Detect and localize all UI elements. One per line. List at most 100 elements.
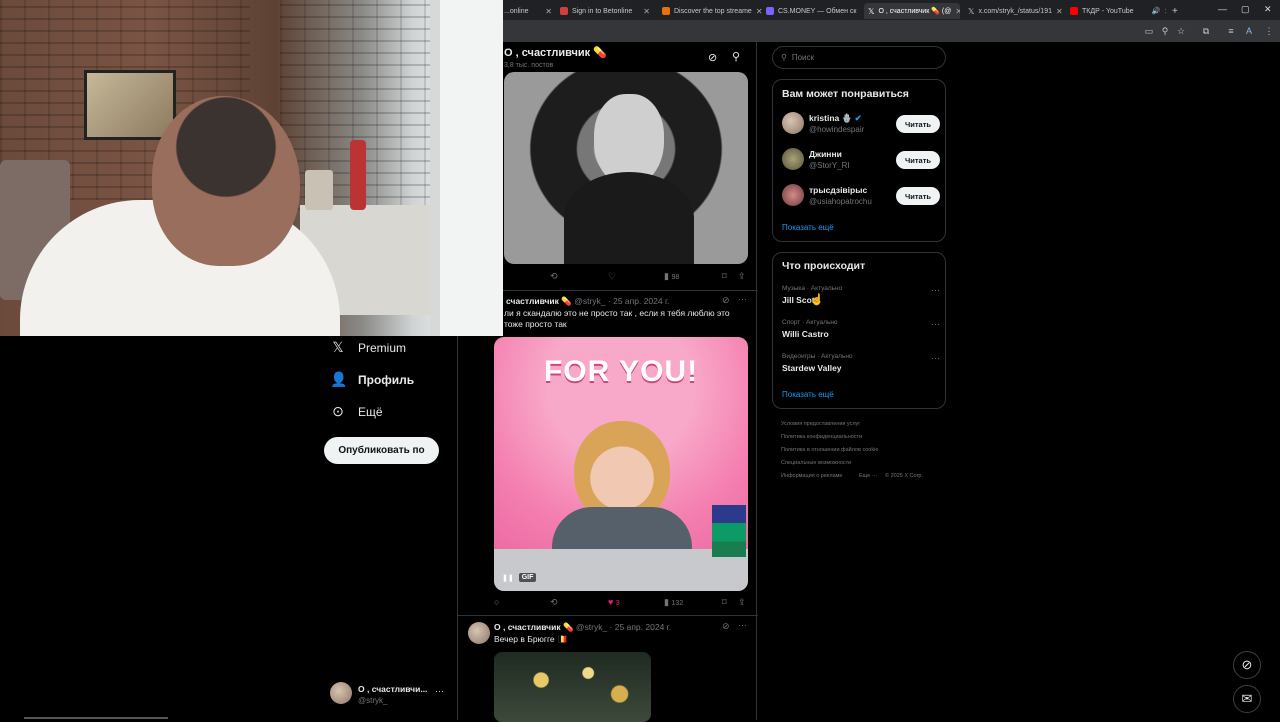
trend-item[interactable]: Музыка · Актуально Jill Scott ··· xyxy=(782,285,940,305)
avatar xyxy=(782,148,804,170)
close-tab-icon[interactable]: ✕ xyxy=(756,7,764,16)
grok-post-icon[interactable]: ⊘ xyxy=(722,621,730,632)
avatar[interactable] xyxy=(468,622,490,644)
zoom-icon[interactable]: ⚲ xyxy=(1160,26,1170,36)
follow-button[interactable]: Читать xyxy=(896,115,940,133)
share-icon[interactable]: ⇪ xyxy=(738,597,746,608)
avatar xyxy=(782,112,804,134)
close-window-icon[interactable]: ✕ xyxy=(1264,4,1272,15)
trend-name: Willi Castro xyxy=(782,329,829,339)
x-favicon-icon: 𝕏 xyxy=(968,6,975,16)
extensions-icon[interactable]: ⧉ xyxy=(1201,26,1211,36)
search-input[interactable]: ⚲ Поиск xyxy=(772,46,946,69)
gif-controls: ❚❚ GIF xyxy=(502,573,537,582)
footer-link-ads-info[interactable]: Информация о рекламе xyxy=(781,473,842,479)
retweet-icon[interactable]: ⟲ xyxy=(550,597,558,608)
more-icon[interactable]: ··· xyxy=(931,319,940,329)
follow-button[interactable]: Читать xyxy=(896,187,940,205)
follow-suggestion[interactable]: трысдзівірыс @usiahopatrochu Читать xyxy=(782,183,940,209)
new-tab-button[interactable]: + xyxy=(1172,3,1184,19)
minimize-icon[interactable]: — xyxy=(1218,4,1227,14)
show-more-link[interactable]: Показать ещё xyxy=(782,390,834,399)
like-icon-active[interactable]: ♥ 3 xyxy=(608,597,620,607)
reply-icon[interactable]: ○ xyxy=(494,597,499,607)
post-author-handle[interactable]: @stryk_ xyxy=(574,296,605,306)
retweet-icon[interactable]: ⟲ xyxy=(550,271,558,282)
more-icon[interactable]: ··· xyxy=(931,353,940,363)
menu-kebab-icon[interactable]: ⋮ xyxy=(1264,26,1274,36)
account-switcher[interactable]: О , счастливчи... @stryk_ ··· xyxy=(330,682,450,708)
browser-tab[interactable]: Sign in to Betonline ✕ xyxy=(560,3,652,19)
follow-suggestion[interactable]: Джинни @StorY_RI Читать xyxy=(782,147,940,173)
grok-fab-icon[interactable]: ⊘ xyxy=(1233,651,1261,679)
nav-item-profile[interactable]: 👤 Профиль xyxy=(330,371,414,388)
reading-list-icon[interactable]: ≡ xyxy=(1226,26,1236,36)
footer-link-more[interactable]: Еще ··· xyxy=(859,473,877,479)
post-date[interactable]: · 25 апр. 2024 г. xyxy=(610,622,671,632)
gif-caption: FOR YOU! xyxy=(543,355,699,388)
footer-link-privacy[interactable]: Политика конфиденциальности xyxy=(781,434,862,440)
search-icon[interactable]: ⚲ xyxy=(732,50,740,63)
views-icon[interactable]: ▮ 98 xyxy=(664,271,679,282)
maximize-icon[interactable]: ▢ xyxy=(1241,4,1250,15)
close-tab-icon[interactable]: ✕ xyxy=(955,7,960,16)
browser-tab[interactable]: ...online ✕ xyxy=(504,3,554,19)
post-author-name[interactable]: О , счастливчик 💊 xyxy=(494,622,574,632)
views-icon[interactable]: ▮ 132 xyxy=(664,597,683,608)
gif-table xyxy=(494,549,748,591)
close-tab-icon[interactable]: ✕ xyxy=(545,7,554,16)
profile-header-name: О , счастливчик 💊 xyxy=(504,47,607,59)
verified-badge-icon: ✔ xyxy=(854,113,862,123)
more-icon[interactable]: ··· xyxy=(435,686,444,696)
grok-icon[interactable]: ⊘ xyxy=(708,51,717,64)
follow-suggestion[interactable]: kristina 🪬 ✔ @howindespair Читать xyxy=(782,111,940,137)
show-more-link[interactable]: Показать ещё xyxy=(782,223,834,232)
bookmark-icon[interactable]: ⌑ xyxy=(722,271,727,282)
account-handle: @stryk_ xyxy=(358,696,388,705)
browser-tab[interactable]: CS.MONEY — Обмен ск✕ xyxy=(766,3,858,19)
trend-meta: Музыка · Актуально xyxy=(782,285,843,292)
post-author-handle[interactable]: @stryk_ xyxy=(576,622,607,632)
nav-item-premium[interactable]: 𝕏 Premium xyxy=(330,339,406,356)
like-icon[interactable]: ♡ xyxy=(608,271,616,282)
close-tab-icon[interactable]: ✕ xyxy=(643,7,652,16)
browser-tab[interactable]: ТКДР - YouTube 🔊 ✕ xyxy=(1070,3,1166,19)
nav-item-more[interactable]: ⊙ Ещё xyxy=(330,403,382,420)
browser-tab[interactable]: 𝕏 x.com/stryk_/status/191 ✕ xyxy=(968,3,1064,19)
close-tab-icon[interactable]: ✕ xyxy=(1056,7,1064,16)
trend-item[interactable]: Спорт · Актуально Willi Castro ··· xyxy=(782,319,940,339)
messages-fab-icon[interactable]: ✉ xyxy=(1233,685,1261,713)
scrollbar-horizontal[interactable] xyxy=(24,717,168,719)
post-button[interactable]: Опубликовать по xyxy=(324,437,439,464)
betonline-favicon-icon xyxy=(560,7,568,15)
more-icon[interactable]: ··· xyxy=(931,285,940,295)
post-header: О , счастливчик 💊 @stryk_ · 25 апр. 2024… xyxy=(494,622,671,633)
browser-tab[interactable]: Discover the top streame ✕ xyxy=(662,3,764,19)
trends-card: Что происходит Музыка · Актуально Jill S… xyxy=(772,252,946,409)
share-icon[interactable]: ⇪ xyxy=(738,271,746,282)
post-author-name[interactable]: счастливчик 💊 xyxy=(506,296,572,306)
close-tab-icon[interactable]: ✕ xyxy=(1164,7,1166,16)
user-handle: @howindespair xyxy=(809,125,865,134)
youtube-favicon-icon xyxy=(1070,7,1078,15)
trend-item[interactable]: Видеоигры · Актуально Stardew Valley ··· xyxy=(782,353,940,373)
post-image-bruges[interactable] xyxy=(494,652,651,722)
browser-tab-active[interactable]: 𝕏 О , счастливчик 💊 (@ ✕ xyxy=(864,3,960,19)
cast-icon[interactable]: ▭ xyxy=(1144,26,1154,36)
profile-icon[interactable]: A xyxy=(1244,26,1254,36)
follow-button[interactable]: Читать xyxy=(896,151,940,169)
footer-link-accessibility[interactable]: Специальные возможности xyxy=(781,460,851,466)
post-gif-media[interactable]: FOR YOU! ❚❚ GIF xyxy=(494,337,748,591)
pause-icon[interactable]: ❚❚ xyxy=(502,574,514,582)
post-date[interactable]: · 25 апр. 2024 г. xyxy=(608,296,669,306)
post-image-portrait[interactable] xyxy=(504,72,748,264)
footer-link-cookies[interactable]: Политика в отношении файлов cookie xyxy=(781,447,878,453)
grok-post-icon[interactable]: ⊘ xyxy=(722,295,730,306)
window xyxy=(430,0,503,336)
more-icon[interactable]: ··· xyxy=(738,620,747,630)
bookmark-star-icon[interactable]: ☆ xyxy=(1176,26,1186,36)
speaker-icon[interactable]: 🔊 xyxy=(1152,7,1161,15)
footer-link-terms[interactable]: Условия предоставления услуг xyxy=(781,421,860,427)
more-icon[interactable]: ··· xyxy=(738,294,747,304)
bookmark-icon[interactable]: ⌑ xyxy=(722,597,727,608)
